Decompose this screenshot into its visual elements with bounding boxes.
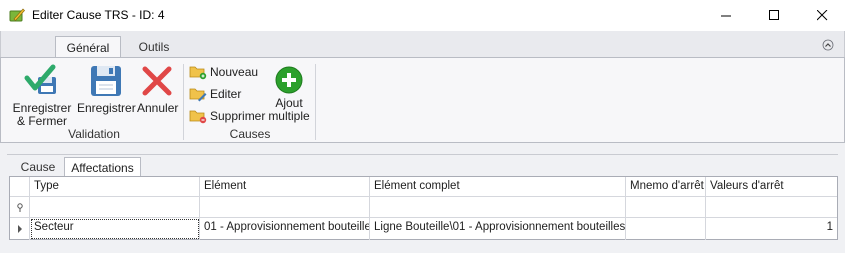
minimize-icon (720, 15, 731, 16)
column-header-mnemo[interactable]: Mnemo d'arrêt (626, 177, 706, 196)
close-button[interactable] (799, 0, 845, 30)
row-pointer-icon (17, 225, 22, 233)
app-icon (9, 8, 25, 22)
save-close-icon (24, 64, 56, 94)
column-header-element[interactable]: Elément (200, 177, 370, 196)
edit-label: Editer (210, 87, 242, 101)
cell-mnemo[interactable] (626, 218, 706, 240)
maximize-button[interactable] (751, 0, 797, 30)
group-separator (183, 64, 184, 140)
column-header-element-complet[interactable]: Elément complet (370, 177, 626, 196)
tab-affectations[interactable]: Affectations (64, 157, 141, 177)
delete-button[interactable]: Supprimer (189, 106, 265, 126)
group-separator (315, 64, 316, 140)
affectations-grid: Type Elément Elément complet Mnemo d'arr… (9, 176, 838, 240)
cell-valeurs[interactable]: 1 (706, 218, 837, 240)
folder-add-icon (189, 66, 207, 80)
cell-type[interactable]: Secteur (30, 218, 200, 240)
folder-delete-icon (189, 110, 207, 124)
filter-cell-valeurs[interactable] (706, 197, 837, 217)
table-row[interactable]: Secteur 01 - Approvisionnement bouteille… (10, 218, 837, 240)
tab-general[interactable]: Général (55, 36, 121, 58)
new-label: Nouveau (210, 65, 259, 79)
new-button[interactable]: Nouveau (189, 62, 258, 82)
add-circle-icon (275, 66, 303, 94)
group-label-causes: Causes (229, 127, 271, 141)
grid-filter-row (10, 197, 837, 218)
group-label-validation: Validation (68, 127, 120, 141)
tab-cause[interactable]: Cause (14, 157, 62, 177)
filter-pin-icon (16, 202, 23, 212)
cancel-x-icon (142, 66, 172, 96)
delete-label: Supprimer (210, 109, 266, 123)
filter-row-indicator (10, 197, 30, 217)
title-bar: Editer Cause TRS - ID: 4 (0, 0, 845, 31)
ribbon-tab-strip: Général Outils (0, 31, 845, 58)
add-multiple-label-2: multiple (268, 109, 310, 123)
column-header-type[interactable]: Type (30, 177, 200, 196)
grid-header-row: Type Elément Elément complet Mnemo d'arr… (10, 177, 837, 197)
filter-cell-element-complet[interactable] (370, 197, 626, 217)
maximize-icon (768, 9, 779, 20)
ribbon-panel: Enregistrer & Fermer Enregistrer Annuler… (0, 57, 845, 143)
tab-outils[interactable]: Outils (127, 36, 181, 58)
edit-button[interactable]: Editer (189, 84, 241, 104)
cancel-label: Annuler (137, 101, 179, 115)
save-button[interactable]: Enregistrer (77, 64, 136, 115)
filter-cell-element[interactable] (200, 197, 370, 217)
row-indicator (10, 218, 30, 240)
filter-cell-type[interactable] (30, 197, 200, 217)
filter-cell-mnemo[interactable] (626, 197, 706, 217)
folder-edit-icon (189, 88, 207, 102)
column-header-valeurs[interactable]: Valeurs d'arrêt (706, 177, 837, 196)
window-title: Editer Cause TRS - ID: 4 (32, 8, 165, 22)
divider (7, 154, 838, 155)
cancel-button[interactable]: Annuler (137, 64, 179, 115)
floppy-disk-icon (91, 66, 121, 96)
row-indicator-header (10, 177, 30, 196)
add-multiple-button[interactable]: Ajout multiple (267, 66, 311, 123)
save-close-button[interactable]: Enregistrer & Fermer (9, 64, 75, 128)
close-icon (816, 9, 827, 20)
save-label: Enregistrer (77, 101, 136, 115)
cell-element-complet[interactable]: Ligne Bouteille\01 - Approvisionnement b… (370, 218, 626, 240)
minimize-button[interactable] (703, 0, 749, 30)
cell-element[interactable]: 01 - Approvisionnement bouteilles (200, 218, 370, 240)
collapse-ribbon-icon[interactable] (822, 39, 834, 51)
